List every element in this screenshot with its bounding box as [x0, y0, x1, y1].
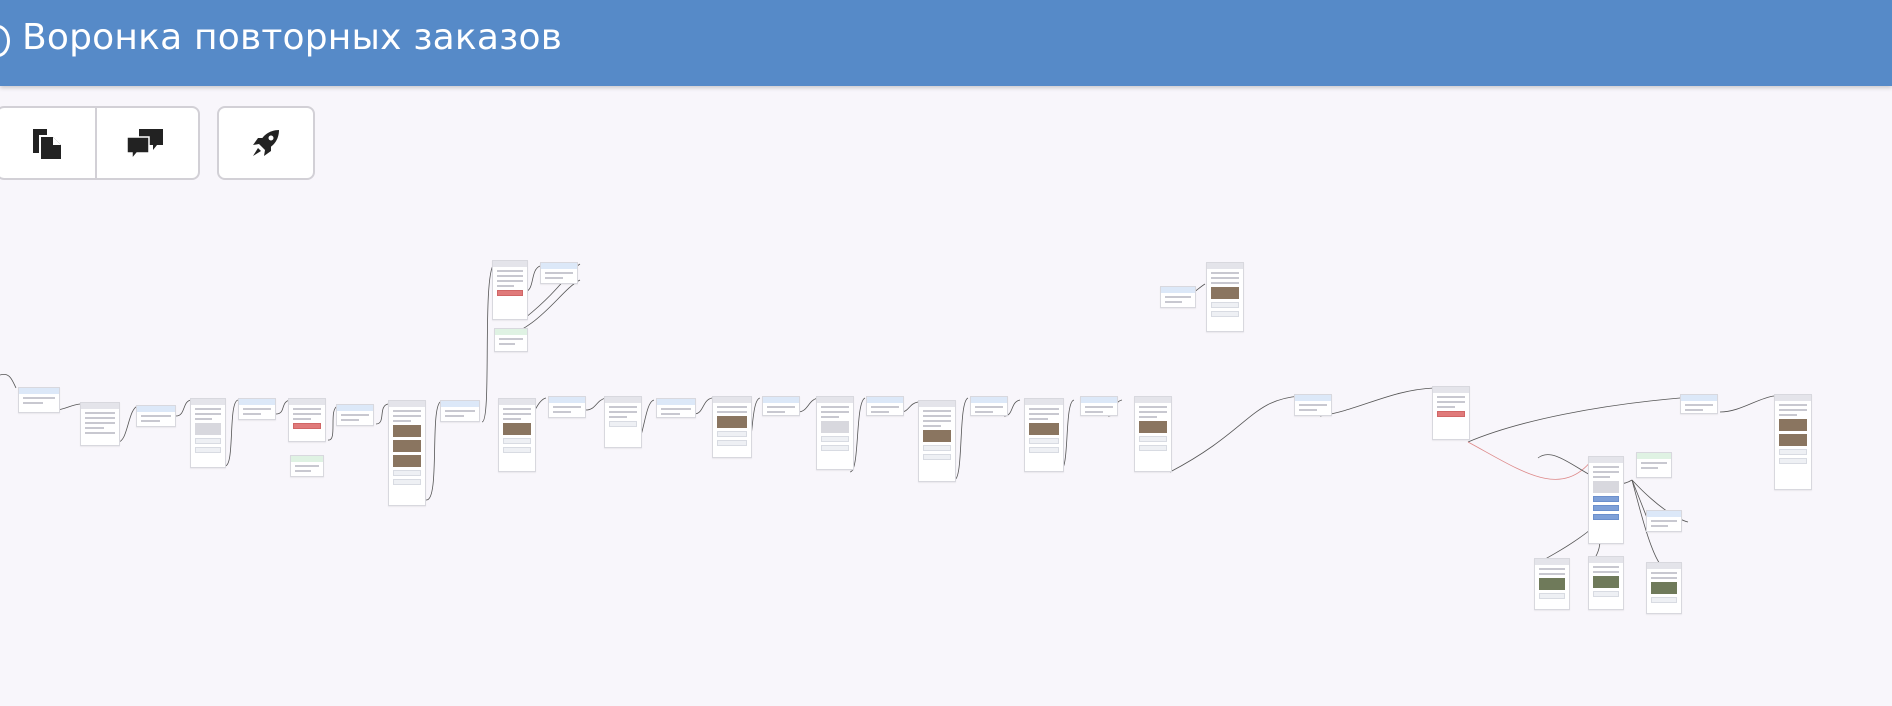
header-bar: Воронка повторных заказов: [0, 0, 1892, 86]
flow-node[interactable]: [288, 398, 326, 442]
flow-node[interactable]: [136, 405, 176, 427]
flow-node[interactable]: [1588, 456, 1624, 544]
flow-node[interactable]: [1432, 386, 1470, 440]
back-icon[interactable]: [0, 25, 10, 57]
flow-node[interactable]: [1294, 394, 1332, 416]
toolbar-group-main: [0, 106, 200, 180]
flow-node[interactable]: [440, 400, 480, 422]
flow-node[interactable]: [1534, 558, 1570, 610]
flow-node[interactable]: [1024, 398, 1064, 472]
flow-node[interactable]: [1206, 262, 1244, 332]
flow-node[interactable]: [712, 396, 752, 458]
flow-node[interactable]: [1080, 396, 1118, 416]
flow-canvas[interactable]: [0, 180, 1892, 706]
flow-node[interactable]: [656, 398, 696, 418]
flow-node[interactable]: [80, 402, 120, 446]
copy-button[interactable]: [0, 108, 95, 178]
flow-node[interactable]: [290, 455, 324, 477]
flow-node[interactable]: [1680, 394, 1718, 414]
flow-node[interactable]: [866, 396, 904, 416]
flow-node[interactable]: [762, 396, 800, 416]
launch-button[interactable]: [219, 108, 313, 178]
flow-node[interactable]: [1636, 452, 1672, 478]
flow-node[interactable]: [1646, 510, 1682, 532]
flow-node[interactable]: [336, 404, 374, 426]
flow-node[interactable]: [494, 328, 528, 352]
flow-node[interactable]: [498, 398, 536, 472]
flow-node[interactable]: [190, 398, 226, 468]
flow-node[interactable]: [540, 262, 578, 284]
flow-node[interactable]: [604, 396, 642, 448]
flow-node[interactable]: [1774, 394, 1812, 490]
flow-node[interactable]: [970, 396, 1008, 416]
flow-node[interactable]: [492, 260, 528, 320]
flow-node[interactable]: [1134, 396, 1172, 472]
page-title: Воронка повторных заказов: [22, 17, 563, 58]
flow-node[interactable]: [816, 396, 854, 470]
chats-button[interactable]: [95, 108, 192, 178]
toolbar-group-launch: [217, 106, 315, 180]
flow-node[interactable]: [1160, 286, 1196, 308]
chat-bubbles-icon: [125, 129, 163, 161]
rocket-icon: [253, 130, 279, 156]
flow-node[interactable]: [388, 400, 426, 506]
flow-node[interactable]: [1646, 562, 1682, 614]
flow-node[interactable]: [238, 398, 276, 420]
flow-node[interactable]: [18, 387, 60, 413]
flow-node[interactable]: [1588, 556, 1624, 610]
flow-node[interactable]: [918, 400, 956, 482]
flow-node[interactable]: [548, 396, 586, 418]
document-copy-icon: [32, 129, 61, 159]
